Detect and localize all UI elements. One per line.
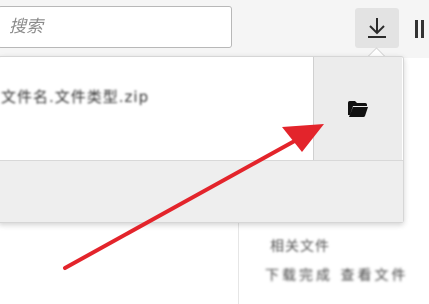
page-text-line: 下载完成 查看文件 <box>265 268 409 284</box>
downloads-button[interactable] <box>355 8 399 48</box>
open-folder-button[interactable] <box>313 57 402 160</box>
toolbar <box>0 0 429 58</box>
library-icon[interactable] <box>413 18 429 40</box>
folder-icon <box>348 100 368 117</box>
downloads-panel: 文件名.文件类型.zip <box>0 56 404 223</box>
search-input[interactable] <box>0 6 232 48</box>
page-text-line: 相关文件 <box>270 239 330 255</box>
panel-footer[interactable] <box>0 161 403 222</box>
page-content-left <box>0 222 238 304</box>
download-arrow-icon <box>368 18 386 38</box>
download-item[interactable]: 文件名.文件类型.zip <box>0 57 403 161</box>
download-filename: 文件名.文件类型.zip <box>1 88 150 106</box>
